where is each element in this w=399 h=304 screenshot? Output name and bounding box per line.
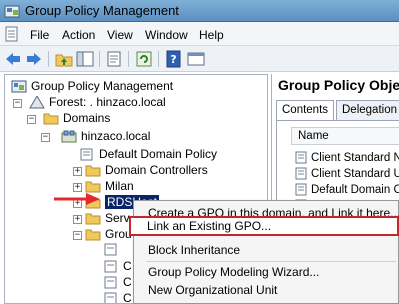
menu-file[interactable]: File [30, 28, 49, 42]
gpo-icon [295, 167, 307, 180]
tree-domains[interactable]: Domains [43, 111, 110, 125]
expand-toggle[interactable]: + [73, 215, 82, 224]
column-header-label: Name [298, 130, 329, 142]
tab-delegation[interactable]: Delegation [336, 100, 399, 120]
gpo-icon [104, 260, 117, 272]
tree-item-default-domain-policy[interactable]: Default Domain Policy [79, 147, 217, 161]
refresh-icon[interactable] [135, 50, 153, 68]
tree-root-label: Group Policy Management [31, 79, 174, 93]
up-folder-icon[interactable] [55, 50, 73, 68]
tree-forest-label: Forest: . hinzaco.local [49, 95, 166, 109]
menu-item-modeling-wizard[interactable]: Group Policy Modeling Wizard... [148, 265, 319, 279]
folder-icon [85, 213, 101, 224]
collapse-toggle[interactable]: − [73, 231, 82, 240]
svg-text:?: ? [170, 53, 176, 66]
menu-action[interactable]: Action [62, 28, 95, 42]
forest-icon [29, 95, 45, 108]
tree-subitem-label: C [123, 291, 132, 304]
collapse-toggle[interactable]: − [13, 99, 22, 108]
group-policy-icon [4, 5, 20, 18]
tree-domain[interactable]: hinzaco.local [61, 129, 150, 143]
menu-view[interactable]: View [107, 28, 133, 42]
tab-contents[interactable]: Contents [276, 100, 335, 121]
gpo-icon [104, 276, 117, 288]
menu-bar: File Action View Window Help [0, 22, 399, 46]
document-icon[interactable] [5, 26, 19, 42]
show-tree-icon[interactable] [76, 50, 94, 68]
collapse-toggle[interactable]: − [27, 115, 36, 124]
tree-domain-label: hinzaco.local [81, 129, 151, 143]
tree-item-label: Domain Controllers [105, 163, 208, 177]
back-arrow-icon[interactable] [4, 50, 22, 68]
tree-root[interactable]: Group Policy Management [11, 79, 173, 93]
properties-icon[interactable] [105, 50, 123, 68]
tree-item-label: Milan [105, 179, 134, 193]
list-item[interactable]: Client Standard Ne [295, 151, 399, 164]
gpo-icon [104, 243, 117, 256]
window-title: Group Policy Management [25, 3, 179, 18]
domain-icon [61, 130, 77, 142]
toolbar: ? [0, 46, 399, 72]
tree-item-grou[interactable]: Grou [85, 227, 132, 241]
tree-item-domain-controllers[interactable]: Domain Controllers [85, 163, 208, 177]
menu-item-block-inheritance[interactable]: Block Inheritance [148, 243, 240, 257]
console-icon[interactable] [187, 50, 205, 68]
tree-item-serv[interactable]: Serv [85, 211, 130, 225]
tree-item-label: Default Domain Policy [99, 147, 218, 161]
gpo-link-icon [80, 148, 93, 160]
tree-item-label: Serv [105, 211, 130, 225]
title-bar: Group Policy Management [0, 0, 399, 22]
list-item[interactable]: Client Standard Us [295, 167, 399, 180]
tree-subitem-label: C [123, 259, 132, 273]
folder-icon [43, 113, 59, 124]
list-item-label: Default Domain Co [311, 183, 399, 196]
tree-forest[interactable]: Forest: . hinzaco.local [29, 95, 166, 109]
tree-subitem[interactable]: C [103, 259, 132, 273]
expand-toggle[interactable]: + [73, 167, 82, 176]
menu-separator [146, 261, 396, 262]
details-title: Group Policy Obje [278, 77, 399, 93]
folder-icon [85, 165, 101, 176]
menu-item-new-ou[interactable]: New Organizational Unit [148, 283, 277, 297]
tree-subitem[interactable]: C [103, 291, 132, 304]
list-item-label: Client Standard Ne [311, 151, 399, 164]
tree-subitem[interactable] [103, 243, 123, 256]
details-header: Group Policy Obje [272, 74, 399, 96]
group-policy-icon [11, 80, 27, 92]
menu-help[interactable]: Help [199, 28, 224, 42]
gpo-icon [104, 292, 117, 303]
list-item[interactable]: Default Domain Co [295, 183, 399, 196]
tree-subitem[interactable]: C [103, 275, 132, 289]
tree-item-label: Grou [105, 227, 132, 241]
tree-subitem-label: C [123, 275, 132, 289]
folder-icon [85, 229, 101, 240]
annotation-arrow-icon [54, 193, 100, 205]
menu-item-link-existing-gpo[interactable]: Link an Existing GPO... [129, 216, 399, 236]
column-header-name[interactable]: Name [291, 127, 399, 145]
menu-item-label: Link an Existing GPO... [147, 219, 272, 233]
gpo-icon [295, 151, 307, 164]
list-item-label: Client Standard Us [311, 167, 399, 180]
forward-arrow-icon[interactable] [25, 50, 43, 68]
menu-window[interactable]: Window [145, 28, 188, 42]
help-icon[interactable]: ? [165, 50, 183, 68]
gpo-icon [295, 183, 307, 196]
collapse-toggle[interactable]: − [41, 133, 50, 142]
tree-domains-label: Domains [63, 111, 111, 125]
